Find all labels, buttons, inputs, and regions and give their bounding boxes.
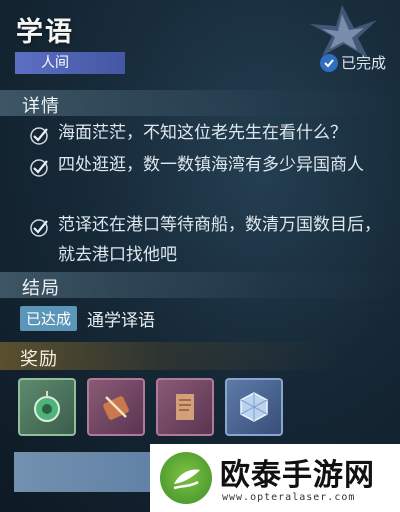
details-section-header: 详情: [0, 90, 400, 117]
reward-list: [18, 378, 283, 436]
outcome-section-header: 结局: [0, 272, 400, 299]
watermark-title: 欧泰手游网: [220, 458, 375, 493]
check-circle-icon: [319, 53, 338, 72]
category-tag: 人间: [15, 52, 125, 74]
jade-pendant-icon: [34, 391, 60, 422]
rewards-section-header: 奖励: [0, 342, 400, 370]
checkmark-icon: [30, 210, 58, 270]
watermark-url: www.opteralaser.com: [222, 492, 356, 503]
task-text: 四处逛逛，数一数镇海湾有多少异国商人: [58, 155, 364, 175]
task-item: 范译还在港口等待商船，数清万国数目后，就去港口找他吧: [30, 210, 390, 270]
reward-item-cube[interactable]: [225, 378, 283, 436]
completion-status: 已完成: [319, 52, 386, 73]
quest-title: 学语: [16, 17, 74, 48]
wheat-leaf-logo-icon: [160, 452, 212, 504]
task-text: 范译还在港口等待商船，数清万国数目后，就去港口找他吧: [58, 215, 381, 265]
scroll-paper-icon: [176, 394, 194, 420]
outcome-row: 已达成 通学译语: [20, 306, 155, 331]
wing-emblem-icon: [310, 5, 377, 58]
checkmark-icon: [30, 150, 58, 187]
outcome-text: 通学译语: [87, 311, 156, 331]
bundle-item-icon: [103, 396, 129, 420]
reward-item-bundle[interactable]: [87, 378, 145, 436]
outcome-header-label: 结局: [22, 278, 60, 299]
watermark-banner: 欧泰手游网 www.opteralaser.com: [150, 444, 400, 512]
status-label: 已完成: [340, 54, 386, 72]
task-item: 四处逛逛，数一数镇海湾有多少异国商人: [30, 150, 390, 187]
action-button[interactable]: [14, 452, 154, 492]
details-header-label: 详情: [22, 96, 60, 117]
crystal-cube-icon: [240, 392, 268, 422]
rewards-header-label: 奖励: [20, 349, 58, 370]
achieved-badge: 已达成: [20, 306, 78, 331]
reward-item-jade[interactable]: [18, 378, 76, 436]
reward-item-scroll[interactable]: [156, 378, 214, 436]
